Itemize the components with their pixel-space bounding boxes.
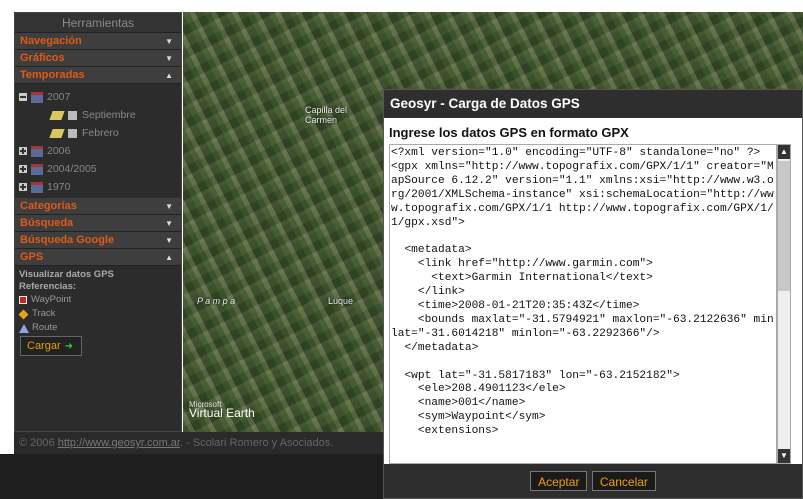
tree-label: 2006	[47, 145, 71, 157]
gps-heading: Visualizar datos GPS	[19, 269, 114, 280]
collapse-icon[interactable]	[19, 93, 27, 101]
dialog-label: Ingrese los datos GPS en formato GPX	[389, 125, 629, 140]
chevron-up-icon: ▲	[165, 71, 173, 80]
section-label: GPS	[20, 251, 44, 263]
checkbox-septiembre[interactable]	[68, 110, 77, 120]
tree-node-2007[interactable]: 2007	[19, 88, 181, 106]
waypoint-icon	[19, 296, 27, 304]
chevron-down-icon: ▼	[165, 219, 173, 228]
app-window: Herramientas Navegación ▼ Gráficos ▼ Tempo…	[0, 0, 803, 499]
legend-label: Track	[32, 308, 56, 319]
panel-title: Herramientas	[15, 13, 181, 33]
section-busqueda[interactable]: Búsqueda ▼	[15, 215, 181, 232]
copyright-text: © 2006	[19, 437, 58, 449]
layer-icon	[49, 128, 65, 138]
button-label: Cargar	[27, 340, 61, 352]
layer-icon	[49, 110, 65, 120]
tree-label: Febrero	[82, 127, 119, 139]
section-temporadas[interactable]: Temporadas ▲	[15, 67, 181, 84]
track-icon	[18, 309, 29, 319]
section-label: Búsqueda Google	[20, 234, 115, 246]
section-navegacion[interactable]: Navegación ▼	[15, 33, 181, 50]
expand-icon[interactable]	[19, 165, 27, 173]
gps-panel: Visualizar datos GPS Referencias: WayPoi…	[15, 266, 181, 338]
section-label: Navegación	[20, 35, 82, 47]
checkbox-febrero[interactable]	[68, 128, 77, 138]
accept-button[interactable]: Aceptar	[530, 471, 588, 491]
cargar-button[interactable]: Cargar ➜	[20, 336, 82, 356]
section-categorias[interactable]: Categorías ▼	[15, 198, 181, 215]
tree-label: 1970	[47, 181, 71, 193]
dialog-footer: Aceptar Cancelar	[384, 464, 802, 498]
calendar-icon	[31, 91, 43, 103]
dialog-title: Geosyr - Carga de Datos GPS	[384, 90, 802, 118]
tree-leaf-septiembre[interactable]: Septiembre	[19, 106, 181, 124]
calendar-icon	[31, 163, 43, 175]
temporadas-tree: 2007 Septiembre Febrero 2006 2004/2005 1…	[15, 84, 181, 198]
virtual-earth-logo: Microsoft Virtual Earth	[189, 400, 255, 420]
scroll-thumb[interactable]	[778, 161, 790, 291]
map-label-pampa: P a m p a	[197, 296, 236, 306]
gpx-textarea[interactable]: <?xml version="1.0" encoding="UTF-8" sta…	[389, 144, 777, 464]
tree-node-2004-2005[interactable]: 2004/2005	[19, 160, 181, 178]
scroll-down-icon[interactable]: ▼	[778, 449, 790, 463]
expand-icon[interactable]	[19, 183, 27, 191]
chevron-down-icon: ▼	[165, 202, 173, 211]
chevron-down-icon: ▼	[165, 236, 173, 245]
legend-track: Track	[18, 307, 177, 321]
tree-label: 2007	[47, 91, 71, 103]
logo-line: Virtual Earth	[189, 406, 255, 420]
tools-panel: Herramientas Navegación ▼ Gráficos ▼ Tempo…	[14, 12, 182, 432]
section-label: Gráficos	[20, 52, 65, 64]
tree-node-1970[interactable]: 1970	[19, 178, 181, 196]
chevron-up-icon: ▲	[165, 253, 173, 262]
section-label: Búsqueda	[20, 217, 74, 229]
gps-load-dialog: Geosyr - Carga de Datos GPS Ingrese los …	[383, 89, 803, 499]
section-graficos[interactable]: Gráficos ▼	[15, 50, 181, 67]
legend-label: WayPoint	[31, 294, 72, 305]
legend-route: Route	[19, 321, 177, 335]
calendar-icon	[31, 181, 43, 193]
route-icon	[19, 323, 29, 333]
calendar-icon	[31, 145, 43, 157]
section-busqueda-google[interactable]: Búsqueda Google ▼	[15, 232, 181, 249]
chevron-down-icon: ▼	[165, 37, 173, 46]
references-label: Referencias:	[19, 281, 77, 292]
tree-node-2006[interactable]: 2006	[19, 142, 181, 160]
map-label-capilla: Capilla del Carmen	[305, 105, 348, 125]
arrow-right-icon: ➜	[64, 341, 74, 352]
textarea-scrollbar[interactable]: ▲ ▼	[777, 144, 791, 464]
scroll-up-icon[interactable]: ▲	[778, 145, 790, 159]
legend-waypoint: WayPoint	[19, 293, 177, 307]
copyright-suffix: . - Scolari Romero y Asociados.	[179, 437, 334, 449]
cancel-button[interactable]: Cancelar	[591, 471, 656, 491]
section-gps[interactable]: GPS ▲	[15, 249, 181, 266]
chevron-down-icon: ▼	[165, 54, 173, 63]
map-label-luque: Luque	[328, 296, 354, 306]
tree-label: 2004/2005	[47, 163, 97, 175]
section-label: Temporadas	[20, 69, 85, 81]
tree-label: Septiembre	[82, 109, 136, 121]
legend-label: Route	[32, 322, 58, 333]
tree-leaf-febrero[interactable]: Febrero	[19, 124, 181, 142]
geosyr-link[interactable]: http://www.geosyr.com.ar	[58, 437, 180, 449]
section-label: Categorías	[20, 200, 77, 212]
copyright-footer: © 2006 http://www.geosyr.com.ar. - Scola…	[14, 432, 389, 454]
expand-icon[interactable]	[19, 147, 27, 155]
